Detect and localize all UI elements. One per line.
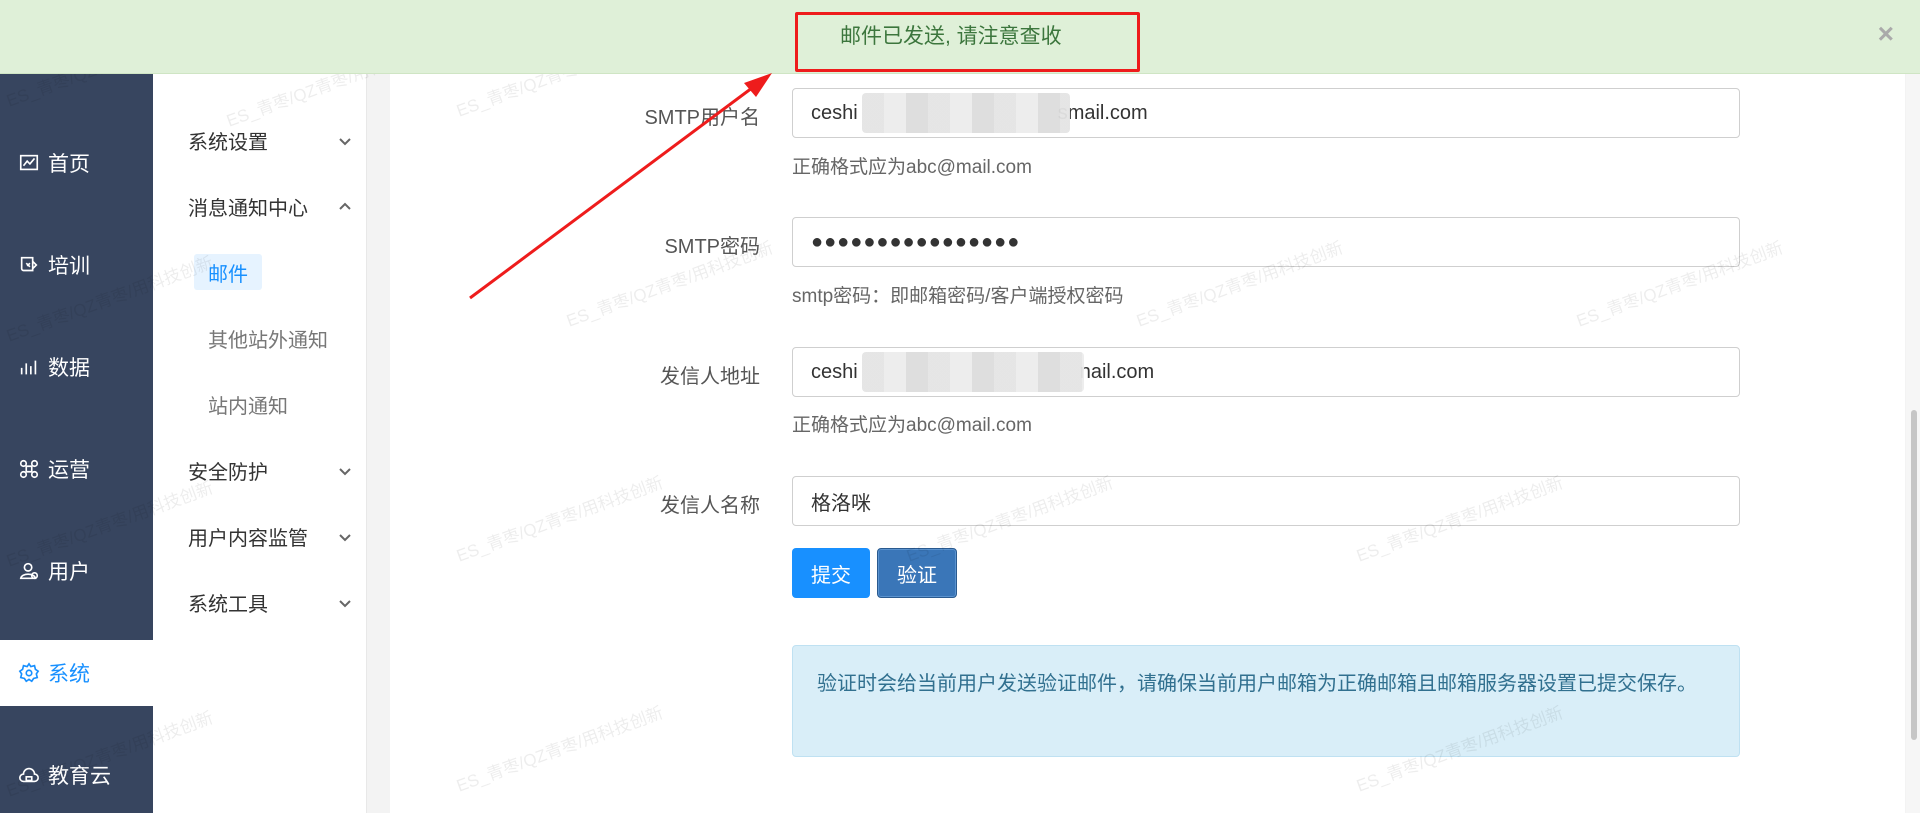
smtp-user-value-start: ceshi xyxy=(811,101,858,124)
submenu-group-notification-center[interactable]: 消息通知中心 xyxy=(188,188,353,224)
command-icon xyxy=(16,456,42,482)
submenu-group-label: 系统工具 xyxy=(188,593,268,616)
smtp-user-label: SMTP用户名 xyxy=(644,107,760,129)
sender-name-label: 发信人名称 xyxy=(660,495,760,517)
submenu-group-content-moderation[interactable]: 用户内容监管 xyxy=(188,518,353,554)
sender-addr-value-start: ceshi xyxy=(811,360,858,383)
nav-item-home[interactable]: 首页 xyxy=(0,130,153,196)
chevron-up-icon xyxy=(337,198,353,214)
sender-name-value: 格洛咪 xyxy=(811,492,871,515)
submenu-item-email[interactable]: 邮件 xyxy=(194,254,262,290)
cloud-icon xyxy=(16,762,42,788)
nav-item-operations[interactable]: 运营 xyxy=(0,436,153,502)
nav-item-label: 教育云 xyxy=(48,765,111,788)
bar-chart-icon xyxy=(16,354,42,380)
page-root: SMTP用户名 ceshi smail.com 正确格式应为abc@mail.c… xyxy=(0,0,1920,813)
nav-item-label: 数据 xyxy=(48,357,90,380)
close-icon[interactable]: × xyxy=(1878,18,1894,50)
nav-item-label: 首页 xyxy=(48,153,90,176)
nav-item-data[interactable]: 数据 xyxy=(0,334,153,400)
submenu-group-label: 安全防护 xyxy=(188,461,268,484)
nav-item-system[interactable]: 系统 xyxy=(0,640,153,706)
submenu-group-label: 用户内容监管 xyxy=(188,527,308,550)
nav-item-label: 运营 xyxy=(48,459,90,482)
sender-name-input[interactable]: 格洛咪 xyxy=(792,476,1740,526)
alert-message: 邮件已发送, 请注意查收 xyxy=(840,25,1062,48)
nav-item-label: 用户 xyxy=(48,561,90,584)
smtp-pass-hint: smtp密码：即邮箱密码/客户端授权密码 xyxy=(792,286,1124,307)
verify-button[interactable]: 验证 xyxy=(877,548,957,598)
smtp-pass-label: SMTP密码 xyxy=(664,236,760,258)
smtp-pass-value: ●●●●●●●●●●●●●●●● xyxy=(811,230,1021,253)
info-notice: 验证时会给当前用户发送验证邮件，请确保当前用户邮箱为正确邮箱且邮箱服务器设置已提… xyxy=(792,645,1740,757)
chevron-down-icon xyxy=(337,462,353,478)
success-alert: 邮件已发送, 请注意查收 × xyxy=(0,0,1920,74)
submenu-item-internal-notice[interactable]: 站内通知 xyxy=(208,386,288,422)
main-nav-sidebar: 首页 培训 数据 运营 用户 系统 教育云 xyxy=(0,0,153,813)
submenu-sidebar: 系统设置 消息通知中心 邮件 其他站外通知 站内通知 安全防护 用户内容监管 系… xyxy=(153,0,367,813)
smtp-user-value-end: smail.com xyxy=(1057,101,1148,124)
chart-icon xyxy=(16,150,42,176)
nav-item-label: 系统 xyxy=(48,663,90,686)
user-icon xyxy=(16,558,42,584)
redaction-blur xyxy=(862,93,1070,133)
submit-button[interactable]: 提交 xyxy=(792,548,870,598)
submenu-group-system-settings[interactable]: 系统设置 xyxy=(188,122,353,158)
submenu-group-label: 消息通知中心 xyxy=(188,197,308,220)
book-icon xyxy=(16,252,42,278)
nav-item-edu-cloud[interactable]: 教育云 xyxy=(0,742,153,808)
submenu-group-label: 系统设置 xyxy=(188,131,268,154)
smtp-user-hint: 正确格式应为abc@mail.com xyxy=(792,157,1032,178)
smtp-pass-input[interactable]: ●●●●●●●●●●●●●●●● xyxy=(792,217,1740,267)
submenu-item-external-notice[interactable]: 其他站外通知 xyxy=(208,320,328,356)
scrollbar-thumb[interactable] xyxy=(1911,410,1917,740)
sender-addr-value-end: nail.com xyxy=(1079,360,1155,383)
submenu-group-security[interactable]: 安全防护 xyxy=(188,452,353,488)
sender-addr-hint: 正确格式应为abc@mail.com xyxy=(792,415,1032,436)
nav-item-training[interactable]: 培训 xyxy=(0,232,153,298)
nav-item-users[interactable]: 用户 xyxy=(0,538,153,604)
gear-icon xyxy=(16,660,42,686)
scrollbar[interactable] xyxy=(1906,0,1920,813)
nav-item-label: 培训 xyxy=(48,255,90,278)
redaction-blur xyxy=(862,352,1084,392)
chevron-down-icon xyxy=(337,132,353,148)
chevron-down-icon xyxy=(337,528,353,544)
sender-addr-label: 发信人地址 xyxy=(660,366,760,388)
chevron-down-icon xyxy=(337,594,353,610)
submenu-group-system-tools[interactable]: 系统工具 xyxy=(188,584,353,620)
